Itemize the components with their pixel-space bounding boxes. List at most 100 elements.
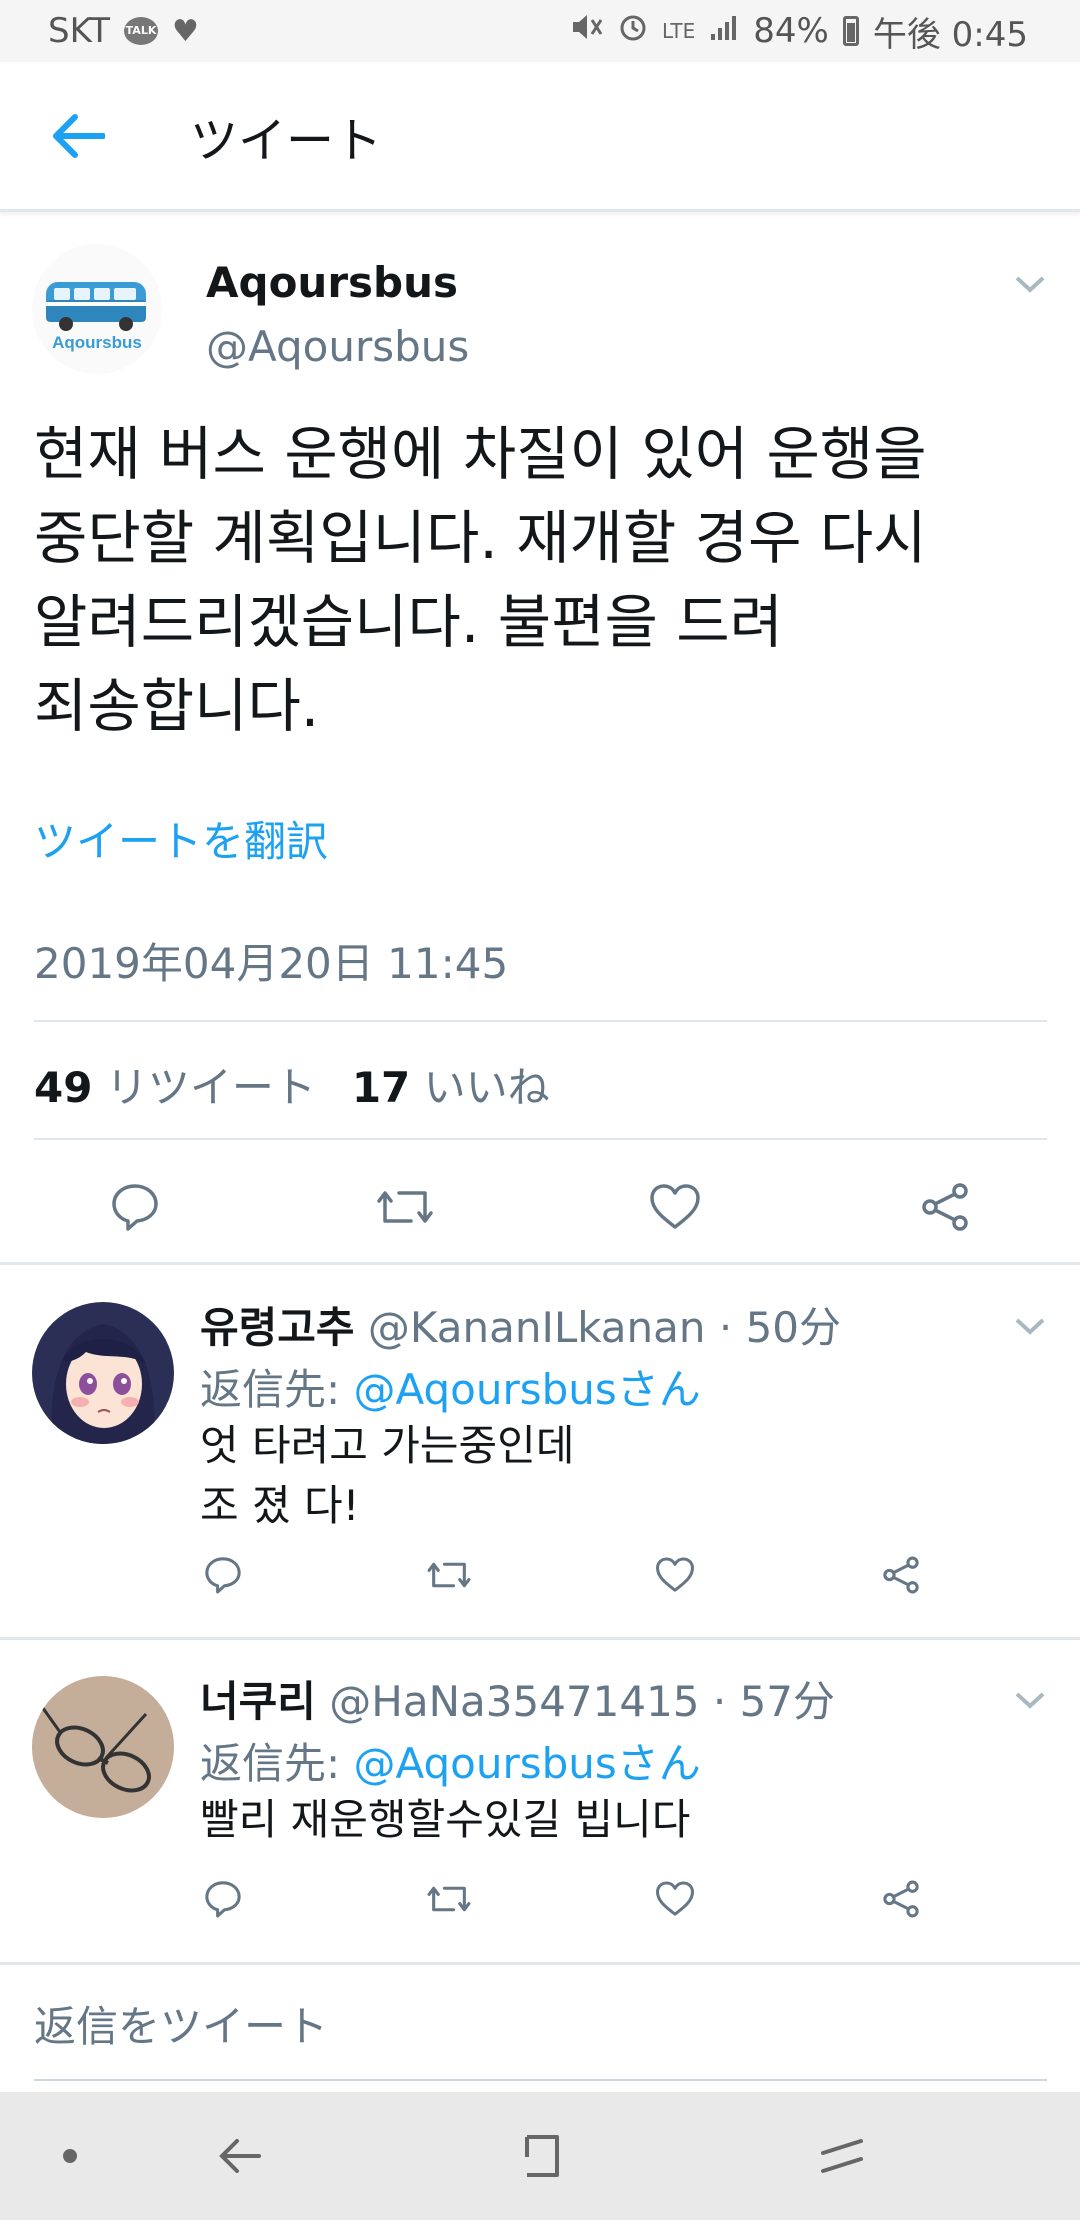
reply-menu-button[interactable] (1010, 1306, 1050, 1346)
chevron-down-icon (1015, 276, 1045, 293)
retweet-button[interactable] (424, 1874, 474, 1924)
like-button[interactable] (650, 1874, 700, 1924)
nav-recent-icon (821, 2139, 863, 2173)
reply-icon (205, 1881, 241, 1918)
avatar-logo-text: Aqoursbus (52, 333, 142, 352)
app-bar: ツイート (0, 62, 1080, 212)
clock: 午後 0:45 (872, 14, 1028, 55)
reply-text-line: 조 졌 다! (200, 1481, 360, 1530)
like-button[interactable] (650, 1550, 700, 1600)
reply-text: 엇 타려고 가는중인데 조 졌 다! (200, 1416, 574, 1536)
reply-tweet[interactable]: 유령고추 @KananILkanan · 50分 返信先: @Aqoursbus… (0, 1266, 1080, 1636)
tweet-text: 현재 버스 운행에 차질이 있어 운행을 중단할 계획입니다. 재개할 경우 다… (34, 412, 1044, 748)
main-tweet: Aqoursbus Aqoursbus @Aqoursbus 현재 버스 운행에… (0, 214, 1080, 1264)
reply-header: 너쿠리 @HaNa35471415 · 57分 (200, 1668, 835, 1729)
translate-tweet-link[interactable]: ツイートを翻訳 (34, 808, 328, 869)
retweet-icon (377, 1191, 433, 1223)
share-button[interactable] (876, 1550, 926, 1600)
heart-notification-icon: ♥ (172, 13, 199, 49)
mute-icon (570, 12, 604, 50)
reply-action-bar (0, 1550, 1080, 1610)
retweet-stat[interactable]: 49 リツイート (34, 1054, 316, 1115)
carrier-label: SKT (48, 11, 111, 51)
anime-avatar-icon (32, 1302, 174, 1444)
nav-back-button[interactable] (208, 2126, 272, 2186)
retweet-button[interactable] (424, 1550, 474, 1600)
like-icon (650, 1184, 700, 1229)
share-icon (883, 1880, 919, 1918)
reply-button[interactable] (100, 1172, 170, 1242)
reply-compose-input[interactable]: 返信をツイート (34, 1993, 328, 2054)
nav-home-button[interactable] (508, 2126, 572, 2186)
retweet-icon (427, 1562, 471, 1588)
status-left: SKT TALK ♥ (48, 11, 199, 51)
share-icon (883, 1556, 919, 1594)
nav-recent-button[interactable] (810, 2126, 874, 2186)
tweet-text-line: 알려드리겠습니다. 불편을 드려 (34, 588, 783, 656)
system-nav-bar (0, 2092, 1080, 2220)
reply-author-name[interactable]: 유령고추 (200, 1303, 355, 1352)
status-bar: SKT TALK ♥ LTE 84% 午後 0:45 (0, 0, 1080, 62)
nav-home-icon (525, 2135, 559, 2177)
status-right: LTE 84% 午後 0:45 (570, 7, 1028, 56)
like-count: 17 (351, 1063, 411, 1112)
like-stat[interactable]: 17 いいね (352, 1054, 550, 1115)
reply-to-mention[interactable]: @Aqoursbusさん (354, 1739, 701, 1788)
tweet-stats: 49 リツイート 17 いいね (34, 1054, 550, 1115)
nav-dot-icon (63, 2149, 77, 2163)
reply-icon (205, 1557, 241, 1594)
reply-author-meta: @HaNa35471415 · 57分 (329, 1677, 836, 1726)
reply-text-line: 빨리 재운행할수있길 빕니다 (200, 1795, 691, 1844)
chevron-down-icon (1015, 1692, 1045, 1709)
tweet-text-line: 중단할 계획입니다. 재개할 경우 다시 (34, 504, 927, 572)
network-type-label: LTE (662, 19, 696, 43)
reply-to-prefix: 返信先: (200, 1739, 354, 1788)
nav-dot-button[interactable] (38, 2126, 102, 2186)
reply-compose-bar: 返信をツイート (0, 1962, 1080, 2092)
reply-icon (112, 1184, 158, 1231)
share-button[interactable] (910, 1172, 980, 1242)
like-label: いいね (423, 1063, 550, 1112)
glasses-photo-icon (32, 1676, 174, 1818)
author-avatar[interactable]: Aqoursbus (32, 244, 162, 374)
like-icon (656, 1557, 694, 1592)
reply-button[interactable] (198, 1874, 248, 1924)
reply-avatar[interactable] (32, 1676, 174, 1818)
battery-icon (842, 16, 859, 46)
compose-underline (34, 2079, 1047, 2081)
author-name[interactable]: Aqoursbus (206, 258, 458, 307)
divider (34, 1020, 1047, 1022)
tweet-timestamp: 2019年04月20日 11:45 (34, 939, 509, 988)
reply-button[interactable] (198, 1550, 248, 1600)
chevron-down-icon (1015, 1318, 1045, 1335)
share-icon (922, 1183, 968, 1231)
alarm-icon (618, 12, 648, 50)
tweet-menu-button[interactable] (1010, 264, 1050, 304)
back-button[interactable] (38, 96, 118, 176)
retweet-label: リツイート (105, 1063, 316, 1112)
share-button[interactable] (876, 1874, 926, 1924)
retweet-icon (427, 1886, 471, 1912)
reply-to-line: 返信先: @Aqoursbusさん (200, 1356, 701, 1417)
tweet-action-bar (0, 1172, 1080, 1262)
reply-text-line: 엇 타려고 가는중인데 (200, 1421, 575, 1470)
author-handle[interactable]: @Aqoursbus (206, 322, 469, 371)
tweet-text-line: 죄송합니다. (34, 672, 320, 740)
back-arrow-icon (53, 113, 105, 158)
like-button[interactable] (640, 1172, 710, 1242)
nav-back-icon (219, 2139, 261, 2173)
retweet-button[interactable] (370, 1172, 440, 1242)
like-icon (656, 1881, 694, 1916)
reply-to-line: 返信先: @Aqoursbusさん (200, 1730, 701, 1791)
tweet-text-line: 현재 버스 운행에 차질이 있어 운행을 (34, 420, 927, 488)
kakaotalk-icon: TALK (124, 17, 159, 45)
reply-menu-button[interactable] (1010, 1680, 1050, 1720)
reply-tweet[interactable]: 너쿠리 @HaNa35471415 · 57分 返信先: @Aqoursbusさ… (0, 1640, 1080, 1956)
reply-author-name[interactable]: 너쿠리 (200, 1677, 316, 1726)
reply-author-meta: @KananILkanan · 50分 (367, 1303, 842, 1352)
signal-icon (709, 11, 739, 51)
reply-action-bar (0, 1874, 1080, 1934)
reply-to-mention[interactable]: @Aqoursbusさん (354, 1365, 701, 1414)
reply-to-prefix: 返信先: (200, 1365, 354, 1414)
reply-avatar[interactable] (32, 1302, 174, 1444)
